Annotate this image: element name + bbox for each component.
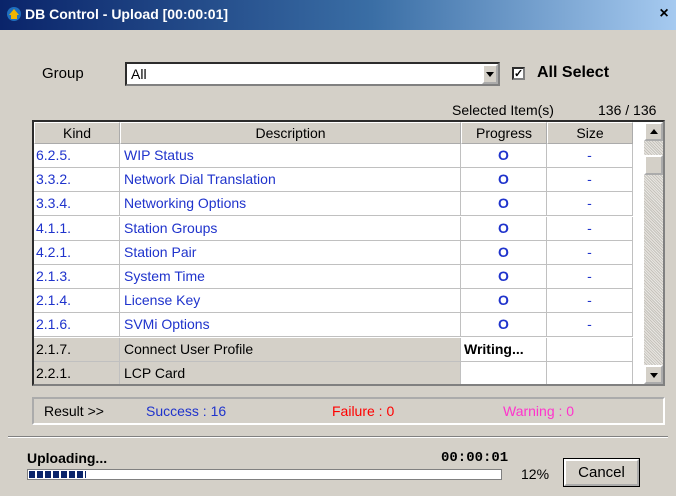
app-icon <box>7 7 21 21</box>
group-select[interactable]: All <box>125 62 500 86</box>
row-kind: 2.1.6. <box>34 313 120 338</box>
progress-percent: 12% <box>521 466 550 482</box>
arrow-down-icon <box>650 373 658 378</box>
scroll-up-button[interactable] <box>644 122 663 141</box>
row-kind: 4.1.1. <box>34 216 120 241</box>
row-kind: 4.2.1. <box>34 240 120 265</box>
row-description: Station Pair <box>120 240 461 265</box>
dropdown-button[interactable] <box>482 64 498 84</box>
header-description[interactable]: Description <box>120 122 461 144</box>
success-count: Success : 16 <box>146 403 227 419</box>
upload-progress-fill <box>29 471 86 478</box>
group-label: Group <box>42 65 84 82</box>
row-kind: 3.3.2. <box>34 168 120 193</box>
header-kind[interactable]: Kind <box>34 122 120 144</box>
result-label: Result >> <box>44 403 104 419</box>
items-table[interactable]: Kind Description Progress Size 6.2.5. WIP… <box>32 120 665 386</box>
row-description: System Time <box>120 265 461 289</box>
window-title: DB Control - Upload [00:00:01] <box>25 6 229 22</box>
row-kind: 6.2.5. <box>34 144 120 168</box>
scroll-down-button[interactable] <box>644 365 663 384</box>
row-progress: O <box>461 313 547 338</box>
vertical-scrollbar[interactable] <box>644 122 663 384</box>
cancel-button[interactable]: Cancel <box>563 458 640 487</box>
all-select-checkbox[interactable]: ✓ <box>512 67 525 80</box>
row-progress <box>461 361 547 384</box>
row-description: Connect User Profile <box>120 337 461 362</box>
table-row[interactable]: 3.3.4. Networking Options O - <box>34 192 644 217</box>
row-size: - <box>547 240 633 265</box>
table-row[interactable]: 2.1.4. License Key O - <box>34 289 644 314</box>
scroll-thumb[interactable] <box>644 155 663 175</box>
row-size: - <box>547 313 633 338</box>
header-progress[interactable]: Progress <box>461 122 547 144</box>
row-size <box>547 361 633 384</box>
arrow-up-icon <box>650 129 658 134</box>
selected-items-count: 136 / 136 <box>598 102 657 118</box>
row-progress: O <box>461 192 547 217</box>
row-size: - <box>547 216 633 241</box>
row-description: Station Groups <box>120 216 461 241</box>
elapsed-timer: 00:00:01 <box>441 450 509 466</box>
row-size: - <box>547 168 633 193</box>
row-progress: O <box>461 144 547 168</box>
row-progress: O <box>461 168 547 193</box>
row-size: - <box>547 144 633 168</box>
row-kind: 2.2.1. <box>34 361 120 384</box>
table-row[interactable]: 6.2.5. WIP Status O - <box>34 144 644 168</box>
row-description: Networking Options <box>120 192 461 217</box>
close-icon[interactable]: × <box>654 5 674 23</box>
table-row[interactable]: 2.2.1. LCP Card <box>34 361 644 384</box>
row-progress: O <box>461 265 547 289</box>
row-description: License Key <box>120 289 461 314</box>
row-description: SVMi Options <box>120 313 461 338</box>
selected-items-label: Selected Item(s) <box>452 102 554 118</box>
row-size: - <box>547 289 633 314</box>
title-bar[interactable]: DB Control - Upload [00:00:01] × <box>0 0 676 30</box>
row-progress: O <box>461 289 547 314</box>
group-select-value: All <box>131 66 147 82</box>
row-kind: 2.1.4. <box>34 289 120 314</box>
table-header: Kind Description Progress Size <box>34 122 644 144</box>
chevron-down-icon <box>486 72 494 77</box>
row-size <box>547 337 633 362</box>
row-kind: 2.1.7. <box>34 337 120 362</box>
row-description: Network Dial Translation <box>120 168 461 193</box>
row-kind: 3.3.4. <box>34 192 120 217</box>
result-panel: Result >> Success : 16 Failure : 0 Warni… <box>32 397 665 425</box>
row-size: - <box>547 192 633 217</box>
header-size[interactable]: Size <box>547 122 633 144</box>
row-progress: Writing... <box>461 337 547 362</box>
upload-progress-bar <box>27 469 502 480</box>
row-size: - <box>547 265 633 289</box>
divider <box>8 436 668 438</box>
row-progress: O <box>461 240 547 265</box>
row-description: LCP Card <box>120 361 461 384</box>
warning-count: Warning : 0 <box>503 403 575 419</box>
row-kind: 2.1.3. <box>34 265 120 289</box>
table-row[interactable]: 4.1.1. Station Groups O - <box>34 216 644 241</box>
all-select-label[interactable]: All Select <box>537 64 609 82</box>
failure-count: Failure : 0 <box>332 403 395 419</box>
row-progress: O <box>461 216 547 241</box>
status-label: Uploading... <box>27 450 108 466</box>
table-row[interactable]: 2.1.6. SVMi Options O - <box>34 313 644 338</box>
row-description: WIP Status <box>120 144 461 168</box>
table-row[interactable]: 2.1.7. Connect User Profile Writing... <box>34 337 644 362</box>
table-row[interactable]: 4.2.1. Station Pair O - <box>34 240 644 265</box>
table-row[interactable]: 2.1.3. System Time O - <box>34 265 644 289</box>
table-row[interactable]: 3.3.2. Network Dial Translation O - <box>34 168 644 193</box>
